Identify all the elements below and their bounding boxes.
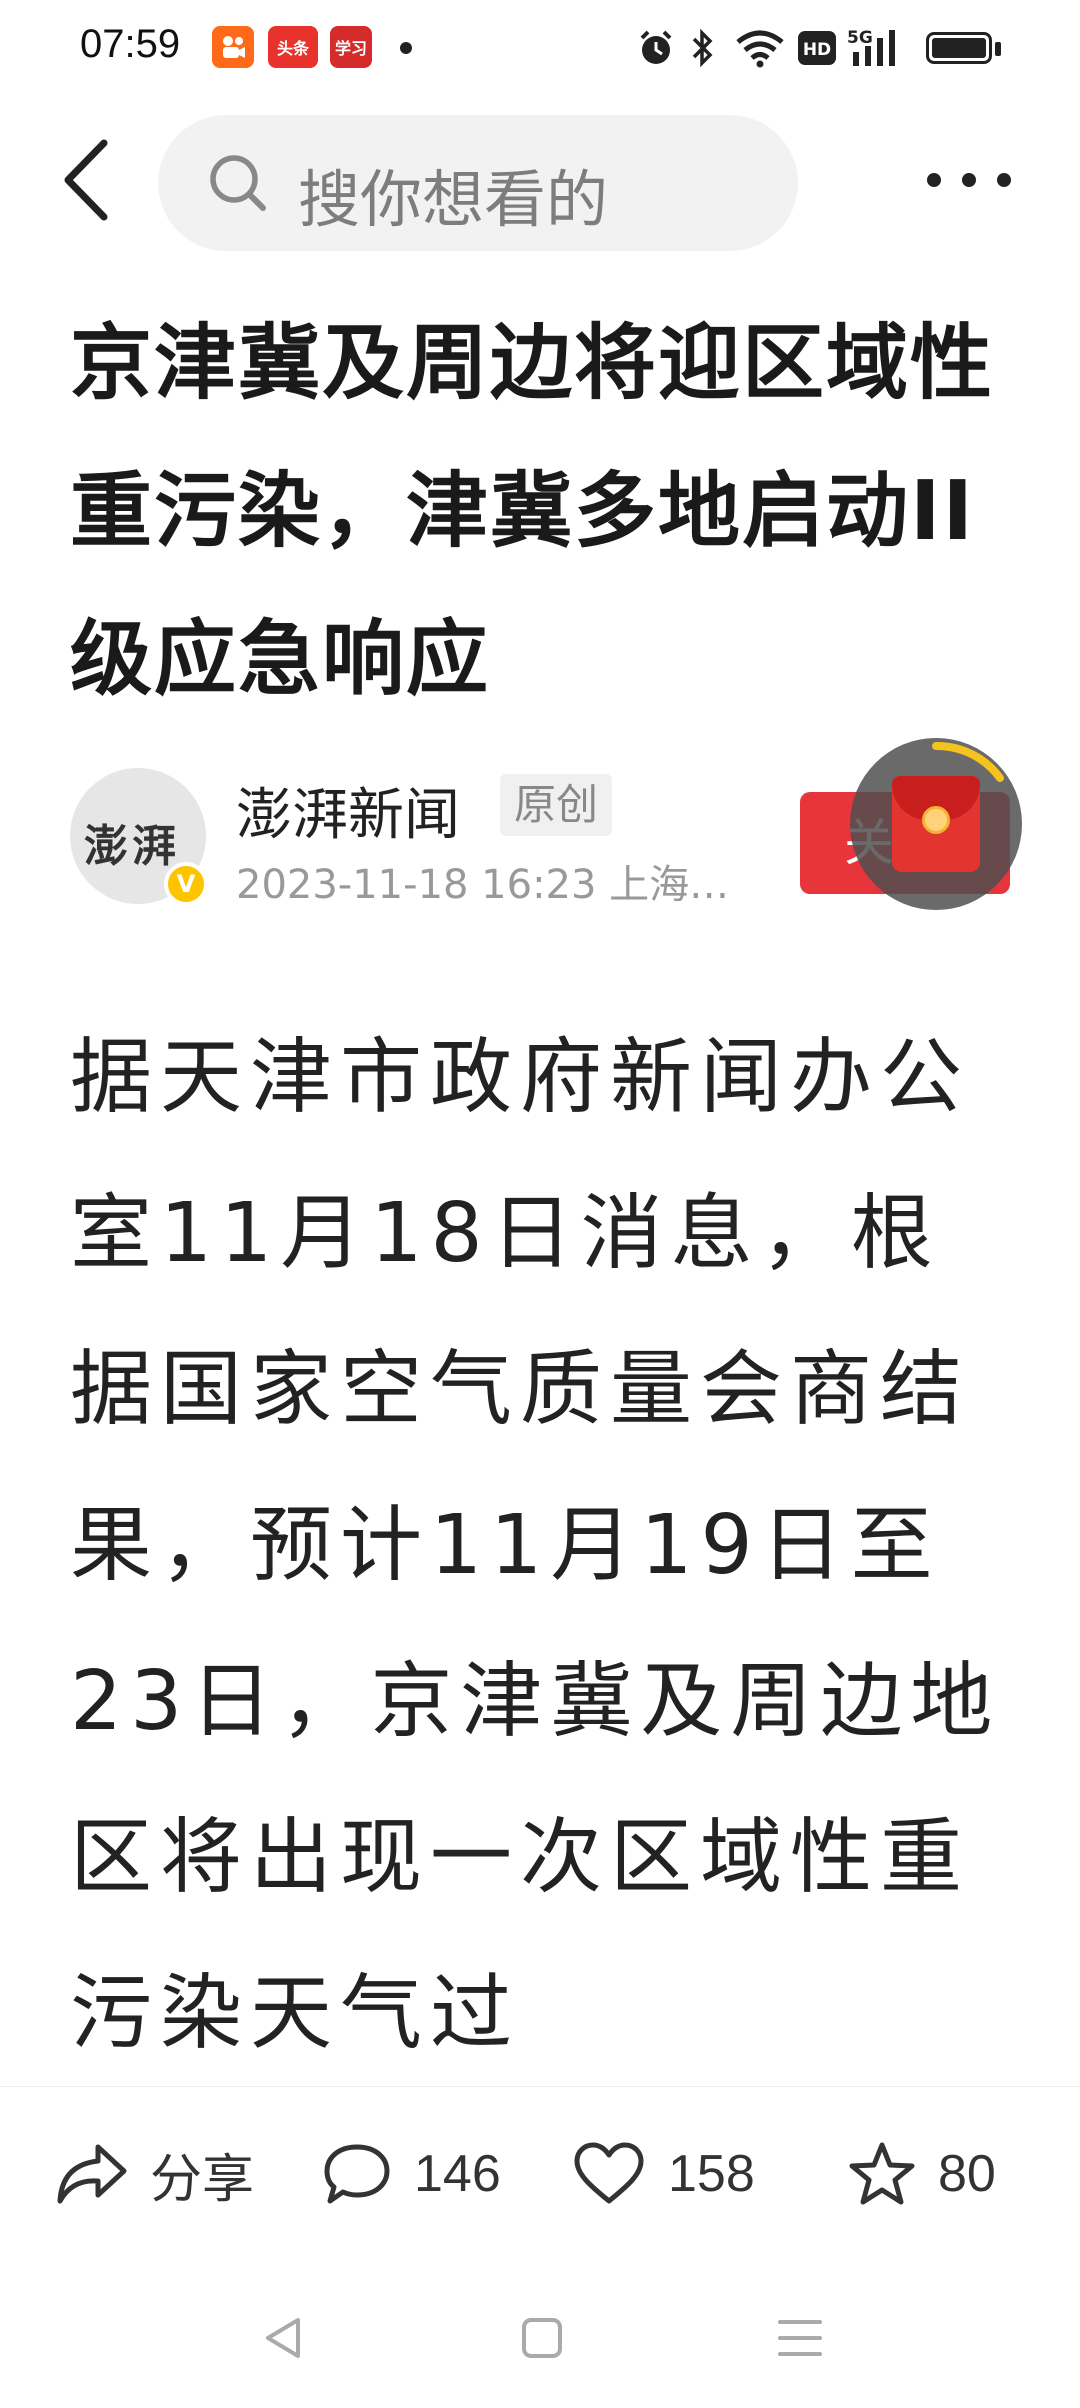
xuexi-icon: 学习 xyxy=(330,26,372,68)
favorite-count: 80 xyxy=(938,2145,996,2203)
star-icon xyxy=(849,2142,915,2205)
heart-icon xyxy=(574,2142,644,2204)
action-bar: 分享 146 158 80 xyxy=(0,2086,1080,2267)
avatar-logo-text: 澎湃 xyxy=(84,821,180,872)
favorite-button[interactable]: 80 xyxy=(848,2139,996,2209)
nav-menu-icon xyxy=(778,2320,822,2356)
search-input[interactable]: 搜你想看的 xyxy=(158,115,798,251)
article-body: 据天津市政府新闻办公室11月18日消息，根据国家空气质量会商结果，预计11月19… xyxy=(70,1030,1001,2061)
nav-back-button[interactable] xyxy=(254,2308,314,2368)
search-icon xyxy=(208,153,268,213)
status-bar: 07:59 头条 学习 HD 5G xyxy=(0,0,1080,100)
wifi-icon xyxy=(732,26,788,70)
signal-icon: 5G xyxy=(846,26,910,70)
gold-coin-icon xyxy=(922,806,950,834)
back-button[interactable] xyxy=(56,135,116,225)
status-time: 07:59 xyxy=(80,22,181,66)
battery-icon xyxy=(926,32,992,64)
article-title: 京津冀及周边将迎区域性重污染，津冀多地启动II级应急响应 xyxy=(70,316,995,707)
hd-icon: HD xyxy=(796,26,838,70)
nav-back-icon xyxy=(266,2318,300,2358)
original-tag: 原创 xyxy=(500,774,613,836)
like-count: 158 xyxy=(668,2145,755,2203)
kuaishou-icon xyxy=(212,26,254,68)
like-button[interactable]: 158 xyxy=(572,2139,755,2209)
more-options-button[interactable] xyxy=(924,160,1014,200)
comment-button[interactable]: 146 xyxy=(322,2139,501,2209)
notification-dot xyxy=(400,42,412,54)
nav-recents-button[interactable] xyxy=(770,2308,830,2368)
author-name[interactable]: 澎湃新闻 xyxy=(236,770,460,851)
verified-badge: V xyxy=(164,862,208,906)
search-placeholder: 搜你想看的 xyxy=(298,163,609,236)
comment-count: 146 xyxy=(414,2145,501,2203)
share-button[interactable]: 分享 xyxy=(54,2139,254,2209)
system-nav-bar xyxy=(0,2268,1080,2408)
share-icon xyxy=(57,2144,127,2204)
nav-home-icon xyxy=(522,2318,562,2358)
bluetooth-icon xyxy=(688,26,718,70)
svg-text:HD: HD xyxy=(803,40,831,60)
svg-text:5G: 5G xyxy=(847,28,873,48)
red-packet-widget[interactable] xyxy=(850,738,1022,910)
post-meta: 2023-11-18 16:23 上海… xyxy=(236,862,730,908)
toutiao-icon: 头条 xyxy=(268,26,318,68)
battery-cap xyxy=(995,42,1001,56)
comment-icon xyxy=(324,2144,390,2204)
nav-home-button[interactable] xyxy=(512,2308,572,2368)
alarm-icon xyxy=(636,26,676,70)
share-label: 分享 xyxy=(150,2150,255,2209)
